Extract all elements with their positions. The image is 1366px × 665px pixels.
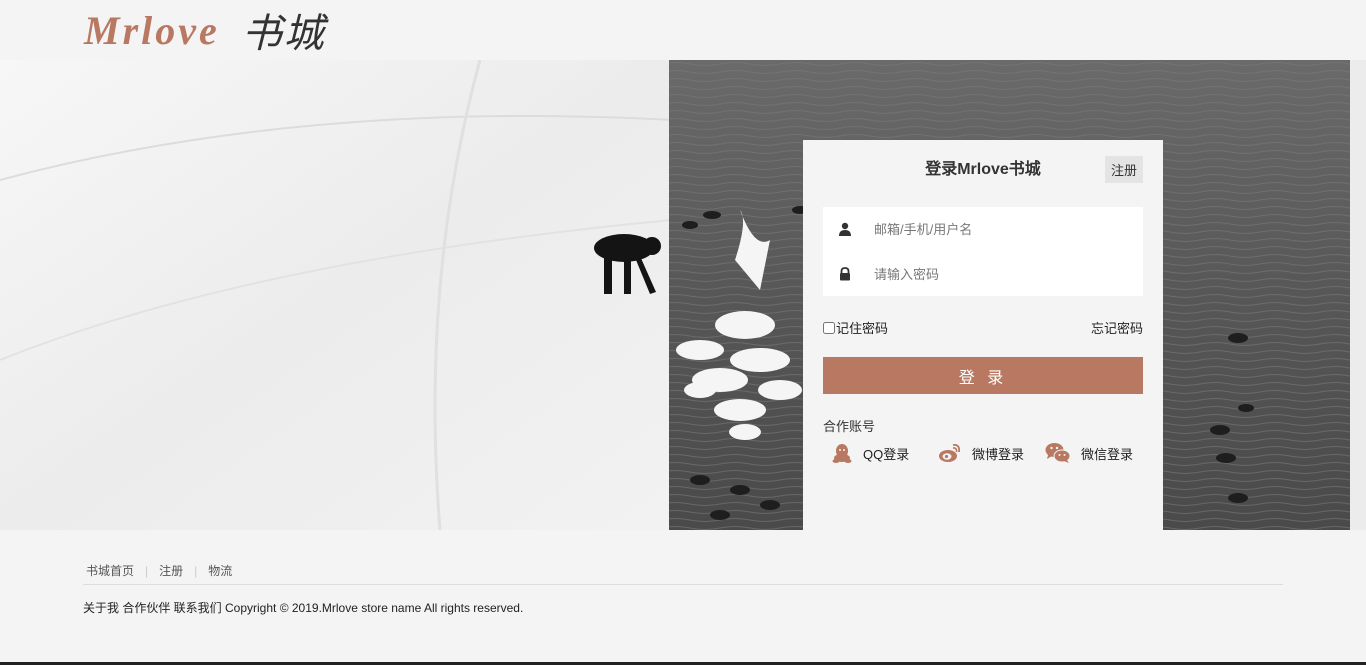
lock-icon — [840, 267, 850, 281]
footer: 书城首页 | 注册 | 物流 关于我 合作伙伴 联系我们 Copyright ©… — [0, 530, 1366, 665]
footer-link-register[interactable]: 注册 — [159, 562, 183, 579]
logo-brand: Mrlove — [84, 7, 220, 53]
footer-nav: 书城首页 | 注册 | 物流 — [86, 562, 232, 579]
hero-banner: 登录Mrlove书城 注册 记住密码 忘记密码 登 — [0, 60, 1366, 530]
password-field — [823, 252, 1143, 296]
wechat-icon — [1045, 443, 1071, 463]
footer-link-logistics[interactable]: 物流 — [208, 562, 232, 579]
weibo-icon — [939, 443, 961, 462]
remember-checkbox[interactable] — [823, 321, 835, 334]
partner-account-label: 合作账号 — [823, 419, 876, 434]
login-input-group — [823, 207, 1143, 296]
remember-password[interactable]: 记住密码 — [823, 318, 888, 337]
remember-label: 记住密码 — [836, 321, 889, 336]
site-logo[interactable]: Mrlove 书城 — [84, 2, 326, 58]
footer-separator: | — [194, 563, 198, 578]
footer-copyright: 关于我 合作伙伴 联系我们 Copyright © 2019.Mrlove st… — [83, 601, 524, 615]
wechat-login-button[interactable]: 微信登录 — [1045, 442, 1133, 464]
login-panel: 登录Mrlove书城 注册 记住密码 忘记密码 登 — [803, 140, 1163, 530]
username-field — [823, 207, 1143, 251]
wechat-login-label: 微信登录 — [1081, 446, 1134, 462]
register-button[interactable]: 注册 — [1105, 156, 1143, 183]
weibo-login-label: 微博登录 — [972, 446, 1025, 462]
footer-separator: | — [145, 563, 149, 578]
weibo-login-button[interactable]: 微博登录 — [938, 442, 1024, 464]
footer-divider — [83, 584, 1283, 585]
username-input[interactable] — [874, 214, 1134, 244]
forgot-password-link[interactable]: 忘记密码 — [1091, 318, 1143, 337]
qq-icon — [832, 444, 852, 463]
password-input[interactable] — [874, 259, 1134, 289]
logo-brand-cn: 书城 — [241, 11, 326, 56]
login-button[interactable]: 登 录 — [823, 357, 1143, 394]
header: Mrlove 书城 — [0, 0, 1366, 60]
user-icon — [839, 222, 851, 236]
qq-login-button[interactable]: QQ登录 — [831, 442, 909, 464]
qq-login-label: QQ登录 — [863, 446, 910, 462]
footer-link-home[interactable]: 书城首页 — [86, 562, 134, 579]
